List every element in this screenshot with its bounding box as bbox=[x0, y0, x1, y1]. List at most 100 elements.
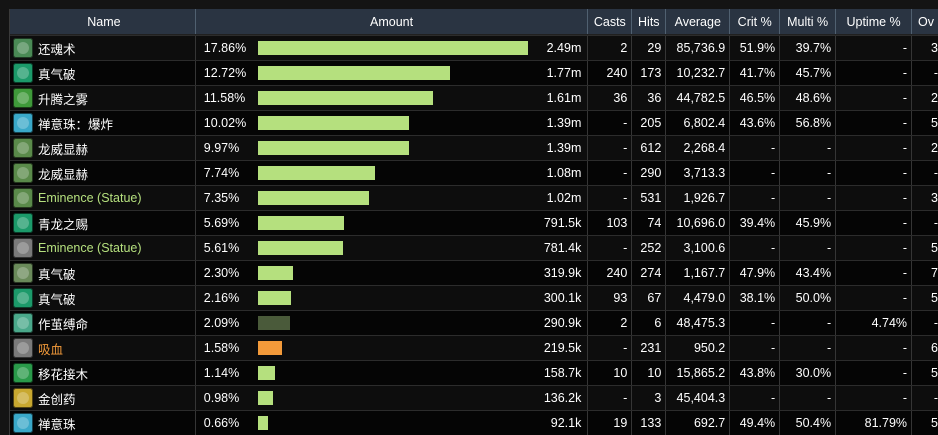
overflow-cell: 6 bbox=[912, 336, 938, 360]
hits-cell: 173 bbox=[632, 61, 667, 85]
spell-name[interactable]: 龙威显赫 bbox=[38, 164, 88, 183]
spell-name-cell[interactable]: 龙威显赫 bbox=[10, 136, 196, 160]
serpent-icon bbox=[13, 163, 33, 183]
amount-cell: 5.61% 781.4k bbox=[196, 236, 589, 260]
amount-cell: 12.72% 1.77m bbox=[196, 61, 589, 85]
table-row[interactable]: 真气破 2.16% 300.1k 93 67 4,479.0 38.1% 50.0% -5 bbox=[10, 285, 938, 310]
spell-name[interactable]: 青龙之赐 bbox=[38, 214, 88, 233]
average-cell: 4,479.0 bbox=[666, 286, 731, 310]
spell-name-cell[interactable]: 还魂术 bbox=[10, 36, 196, 60]
spell-name-cell[interactable]: 禅意珠 bbox=[10, 411, 196, 435]
spell-name-cell[interactable]: 龙威显赫 bbox=[10, 161, 196, 185]
uptime-cell: - bbox=[836, 186, 913, 210]
average-cell: 85,736.9 bbox=[666, 36, 731, 60]
spell-name-cell[interactable]: 升腾之雾 bbox=[10, 86, 196, 110]
amount-value: 319.9k bbox=[543, 266, 582, 280]
casts-cell: - bbox=[588, 386, 633, 410]
cocoon-icon bbox=[13, 313, 33, 333]
multi-cell: - bbox=[780, 136, 837, 160]
amount-cell: 17.86% 2.49m bbox=[196, 36, 589, 60]
casts-cell: 240 bbox=[588, 261, 633, 285]
header-average[interactable]: Average bbox=[666, 9, 731, 34]
header-casts[interactable]: Casts bbox=[588, 9, 633, 34]
table-row[interactable]: 还魂术 17.86% 2.49m 2 29 85,736.9 51.9% 39.7% -3 bbox=[10, 35, 938, 60]
table-row[interactable]: 禅意珠 0.66% 92.1k 19 133 692.7 49.4% 50.4% 81.79% 5 bbox=[10, 410, 938, 435]
overflow-cell: 2 bbox=[912, 86, 938, 110]
amount-bar bbox=[257, 266, 293, 280]
spell-name-cell[interactable]: 作茧缚命 bbox=[10, 311, 196, 335]
overflow-cell: 3 bbox=[912, 36, 938, 60]
amount-value: 1.39m bbox=[546, 116, 582, 130]
average-cell: 10,232.7 bbox=[666, 61, 731, 85]
crit-cell: - bbox=[730, 161, 781, 185]
uptime-cell: - bbox=[836, 136, 913, 160]
spell-name[interactable]: 真气破 bbox=[38, 289, 76, 308]
crit-cell: - bbox=[730, 236, 781, 260]
hits-cell: 67 bbox=[632, 286, 667, 310]
table-row[interactable]: Eminence (Statue) 7.35% 1.02m -531 1,926.7- -… bbox=[10, 185, 938, 210]
header-multi[interactable]: Multi % bbox=[780, 9, 837, 34]
spell-name[interactable]: 作茧缚命 bbox=[38, 314, 88, 333]
header-amount[interactable]: Amount bbox=[196, 9, 589, 34]
spell-name-cell[interactable]: Eminence (Statue) bbox=[10, 236, 196, 260]
overflow-cell: 7 bbox=[912, 261, 938, 285]
header-uptime[interactable]: Uptime % bbox=[836, 9, 913, 34]
multi-cell: - bbox=[780, 236, 837, 260]
table-row[interactable]: 升腾之雾 11.58% 1.61m 36 36 44,782.5 46.5% 48.6% -2 bbox=[10, 85, 938, 110]
spell-name[interactable]: Eminence (Statue) bbox=[38, 241, 142, 255]
spell-name-cell[interactable]: 真气破 bbox=[10, 61, 196, 85]
table-row[interactable]: 真气破 12.72% 1.77m 240 173 10,232.7 41.7% 45.7% - - bbox=[10, 60, 938, 85]
amount-bar bbox=[257, 66, 450, 80]
amount-value: 1.77m bbox=[546, 66, 582, 80]
header-overflow[interactable]: Ov bbox=[912, 9, 938, 34]
spell-name[interactable]: Eminence (Statue) bbox=[38, 191, 142, 205]
average-cell: 10,696.0 bbox=[666, 211, 731, 235]
table-row[interactable]: 作茧缚命 2.09% 290.9k 2 6 48,475.3- -4.74% - bbox=[10, 310, 938, 335]
spell-name-cell[interactable]: Eminence (Statue) bbox=[10, 186, 196, 210]
spell-name-cell[interactable]: 移花接木 bbox=[10, 361, 196, 385]
spell-name-cell[interactable]: 吸血 bbox=[10, 336, 196, 360]
spell-name[interactable]: 真气破 bbox=[38, 264, 76, 283]
crit-cell: 39.4% bbox=[730, 211, 781, 235]
spell-name[interactable]: 金创药 bbox=[38, 389, 76, 408]
hits-cell: 612 bbox=[632, 136, 667, 160]
spell-name[interactable]: 吸血 bbox=[38, 339, 63, 358]
spell-name[interactable]: 移花接木 bbox=[38, 364, 88, 383]
header-hits[interactable]: Hits bbox=[632, 9, 667, 34]
average-cell: 15,865.2 bbox=[666, 361, 731, 385]
spell-name[interactable]: 升腾之雾 bbox=[38, 89, 88, 108]
amount-cell: 2.09% 290.9k bbox=[196, 311, 589, 335]
table-row[interactable]: 青龙之赐 5.69% 791.5k 103 74 10,696.0 39.4% 45.9% - - bbox=[10, 210, 938, 235]
table-row[interactable]: 龙威显赫 7.74% 1.08m -290 3,713.3- - - - bbox=[10, 160, 938, 185]
casts-cell: 2 bbox=[588, 311, 633, 335]
amount-value: 300.1k bbox=[543, 291, 582, 305]
overflow-cell: - bbox=[912, 311, 938, 335]
spell-name-cell[interactable]: 禅意珠：爆炸 bbox=[10, 111, 196, 135]
spell-name-cell[interactable]: 青龙之赐 bbox=[10, 211, 196, 235]
spell-name-cell[interactable]: 金创药 bbox=[10, 386, 196, 410]
spell-name[interactable]: 禅意珠 bbox=[38, 414, 76, 433]
table-row[interactable]: 真气破 2.30% 319.9k 240 274 1,167.7 47.9% 43.4% -7 bbox=[10, 260, 938, 285]
table-row[interactable]: 禅意珠：爆炸 10.02% 1.39m -205 6,802.4 43.6% 56.8% -5 bbox=[10, 110, 938, 135]
spell-name-cell[interactable]: 真气破 bbox=[10, 261, 196, 285]
overflow-cell: - bbox=[912, 61, 938, 85]
table-row[interactable]: 金创药 0.98% 136.2k -3 45,404.3- - - - bbox=[10, 385, 938, 410]
spell-name[interactable]: 龙威显赫 bbox=[38, 139, 88, 158]
average-cell: 692.7 bbox=[666, 411, 731, 435]
uptime-cell: - bbox=[836, 211, 913, 235]
spell-name[interactable]: 真气破 bbox=[38, 64, 76, 83]
uplift-mist-icon bbox=[13, 88, 33, 108]
header-name[interactable]: Name bbox=[10, 9, 196, 34]
spell-name[interactable]: 禅意珠：爆炸 bbox=[38, 114, 113, 133]
crit-cell: 41.7% bbox=[730, 61, 781, 85]
table-row[interactable]: 移花接木 1.14% 158.7k 10 10 15,865.2 43.8% 30.0% -5 bbox=[10, 360, 938, 385]
spell-name[interactable]: 还魂术 bbox=[38, 39, 76, 58]
table-row[interactable]: 龙威显赫 9.97% 1.39m -612 2,268.4- - -2 bbox=[10, 135, 938, 160]
table-row[interactable]: 吸血 1.58% 219.5k -231 950.2- - -6 bbox=[10, 335, 938, 360]
amount-value: 136.2k bbox=[543, 391, 582, 405]
amount-percent: 11.58% bbox=[203, 91, 246, 105]
header-crit[interactable]: Crit % bbox=[730, 9, 781, 34]
table-row[interactable]: Eminence (Statue) 5.61% 781.4k -252 3,100.6-… bbox=[10, 235, 938, 260]
amount-percent: 5.61% bbox=[203, 241, 240, 255]
spell-name-cell[interactable]: 真气破 bbox=[10, 286, 196, 310]
